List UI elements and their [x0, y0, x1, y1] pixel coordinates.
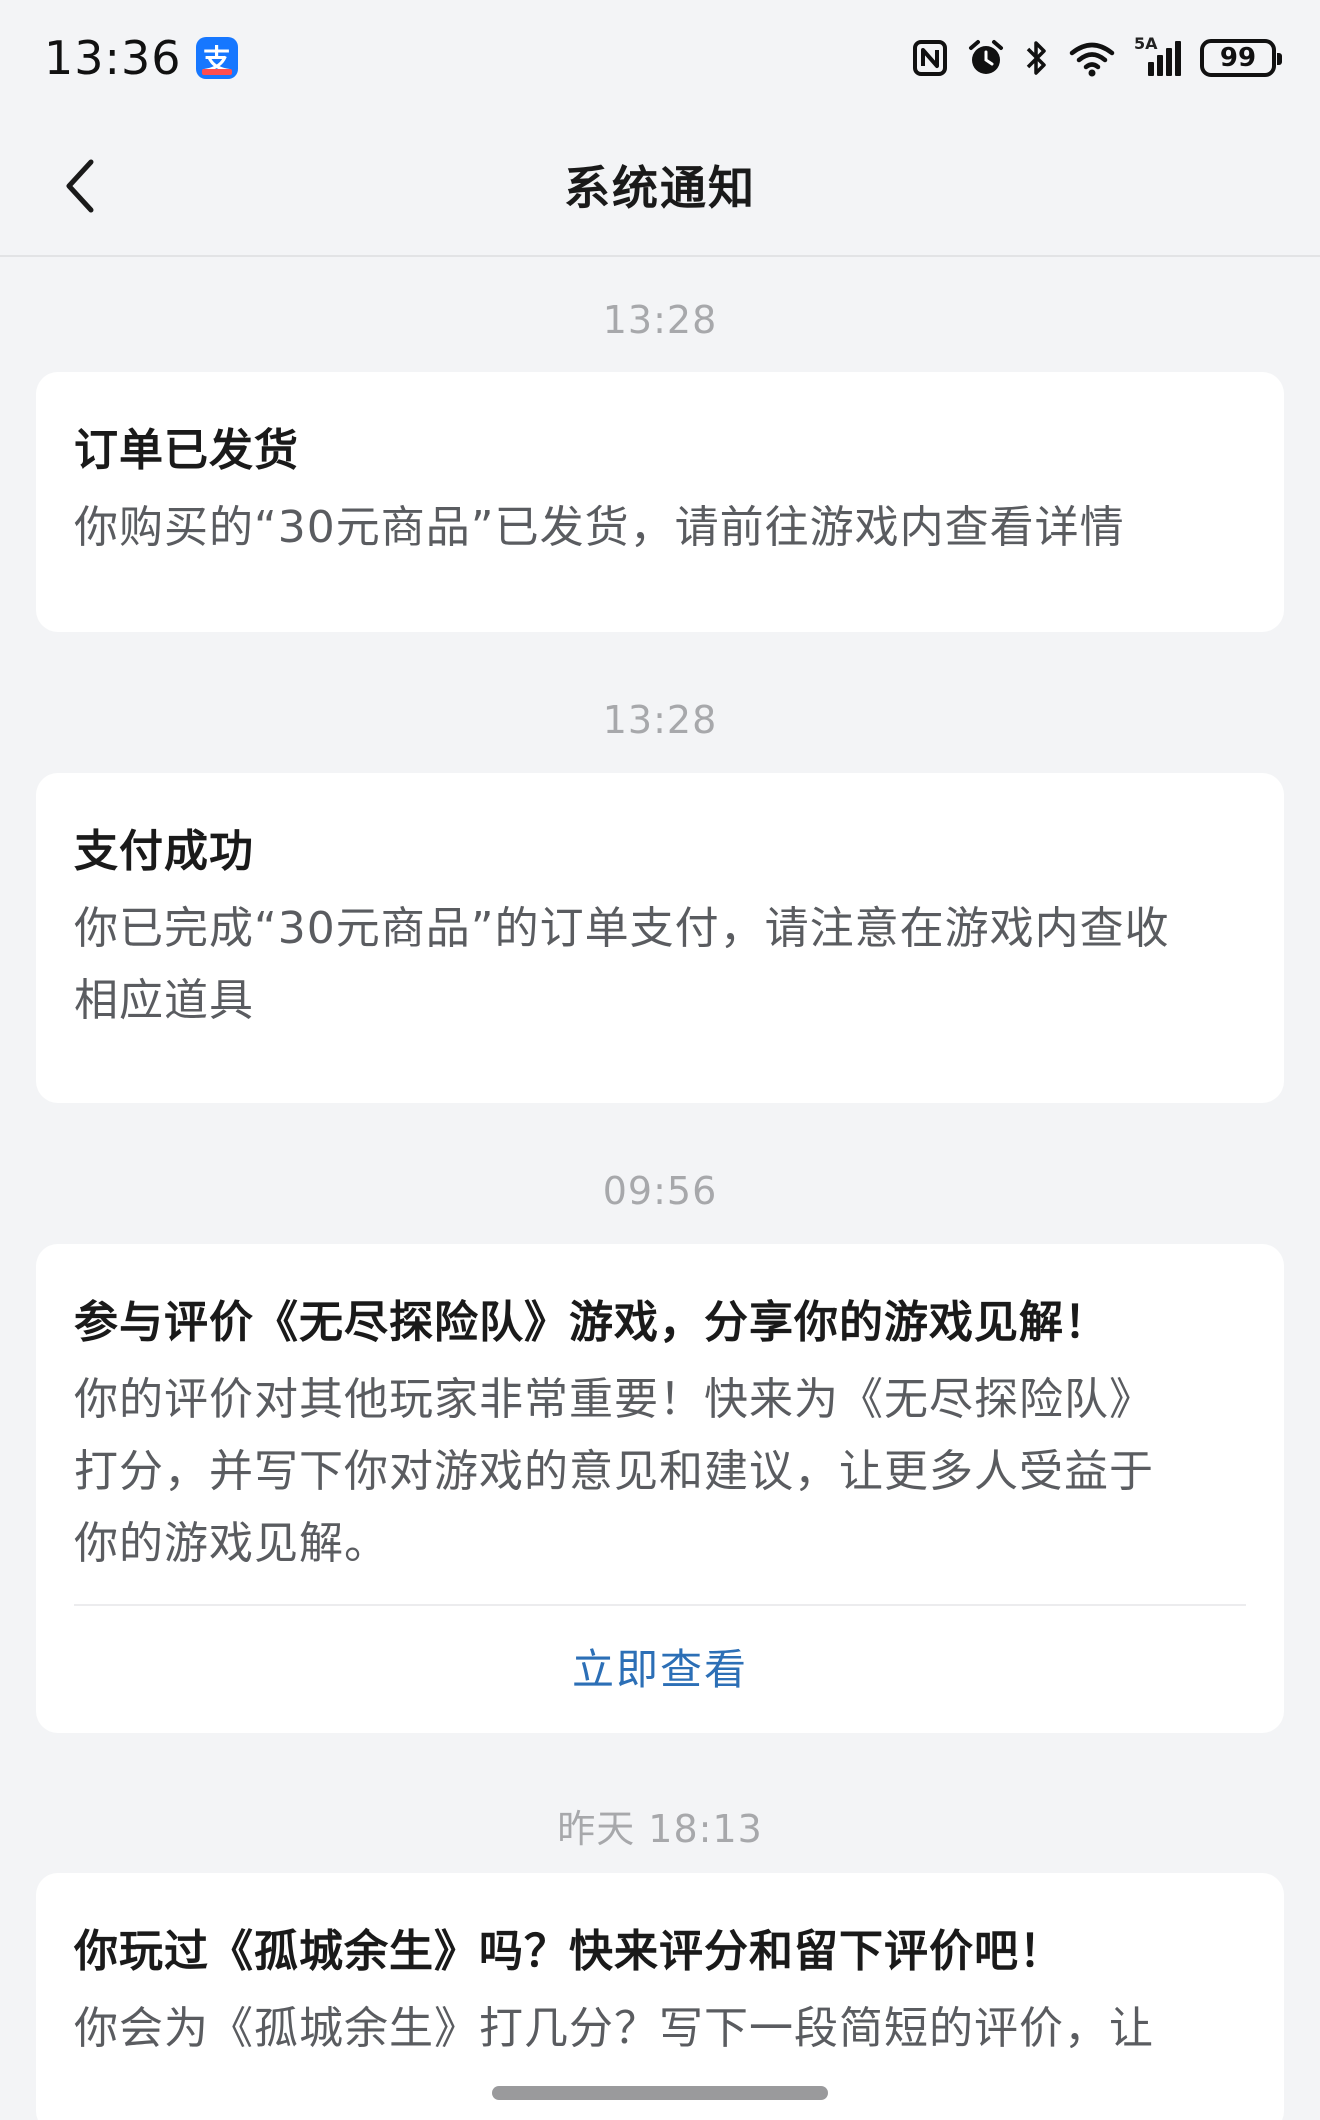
notification-card-review-2[interactable]: 你玩过《孤城余生》吗？快来评分和留下评价吧！ 你会为《孤城余生》打几分？写下一段… [36, 1873, 1284, 2120]
notification-body-line: 你的游戏见解。 [74, 1518, 389, 1569]
status-bar-left: 13:36 支 [44, 31, 238, 85]
alipay-icon: 支 [195, 36, 238, 79]
notification-title: 订单已发货 [74, 425, 299, 476]
status-time: 13:36 [44, 30, 182, 85]
bluetooth-icon [1026, 40, 1046, 75]
wifi-icon [1069, 42, 1115, 76]
notification-card-review[interactable]: 参与评价《无尽探险队》游戏，分享你的游戏见解！ 你的评价对其他玩家非常重要！快来… [36, 1244, 1284, 1733]
notification-body-line: 打分，并写下你对游戏的意见和建议，让更多人受益于 [74, 1446, 1154, 1497]
notification-body: 你购买的“30元商品”已发货，请前往游戏内查看详情 [74, 492, 1246, 564]
page-title: 系统通知 [564, 161, 756, 215]
notification-title: 支付成功 [74, 826, 254, 877]
battery-icon: 99 [1200, 38, 1282, 77]
view-now-button[interactable]: 立即查看 [74, 1636, 1246, 1697]
status-bar-right: 5A 99 [912, 34, 1282, 78]
cellular-signal: 5A [1134, 34, 1182, 78]
notification-card-payment[interactable]: 支付成功 你已完成“30元商品”的订单支付，请注意在游戏内查收 相应道具 [36, 773, 1284, 1103]
notification-body-line: 你会为《孤城余生》打几分？写下一段简短的评价，让 [74, 2003, 1154, 2054]
notification-body: 你的评价对其他玩家非常重要！快来为《无尽探险队》 打分，并写下你对游戏的意见和建… [74, 1364, 1246, 1580]
card-divider [74, 1604, 1246, 1606]
notification-body-line: 你已完成“30元商品”的订单支付，请注意在游戏内查收 [74, 903, 1170, 954]
notification-body: 你已完成“30元商品”的订单支付，请注意在游戏内查收 相应道具 [74, 893, 1246, 1037]
notification-body-line: 你的评价对其他玩家非常重要！快来为《无尽探险队》 [74, 1374, 1154, 1425]
status-bar: 13:36 支 5A 99 [0, 0, 1320, 115]
nfc-icon [913, 39, 947, 76]
nav-header: 系统通知 [0, 115, 1320, 257]
alarm-icon [969, 39, 1003, 74]
notification-timestamp: 09:56 [602, 1169, 718, 1213]
notification-body-line: 相应道具 [74, 975, 254, 1026]
notification-timestamp: 昨天 18:13 [557, 1807, 763, 1851]
notification-title: 你玩过《孤城余生》吗？快来评分和留下评价吧！ [74, 1926, 1064, 1977]
signal-icon [1148, 40, 1181, 76]
notification-timestamp: 13:28 [602, 298, 718, 342]
battery-level: 99 [1219, 42, 1257, 73]
chevron-left-icon [66, 159, 94, 213]
notification-body: 你会为《孤城余生》打几分？写下一段简短的评价，让 [74, 1993, 1246, 2065]
back-button[interactable] [50, 151, 110, 221]
home-indicator[interactable] [492, 2086, 828, 2100]
alipay-icon-char: 支 [202, 42, 231, 76]
notification-title: 参与评价《无尽探险队》游戏，分享你的游戏见解！ [74, 1297, 1109, 1348]
notification-body-line: 你购买的“30元商品”已发货，请前往游戏内查看详情 [74, 502, 1125, 553]
notification-card-shipped[interactable]: 订单已发货 你购买的“30元商品”已发货，请前往游戏内查看详情 [36, 372, 1284, 632]
notification-timestamp: 13:28 [602, 698, 718, 742]
